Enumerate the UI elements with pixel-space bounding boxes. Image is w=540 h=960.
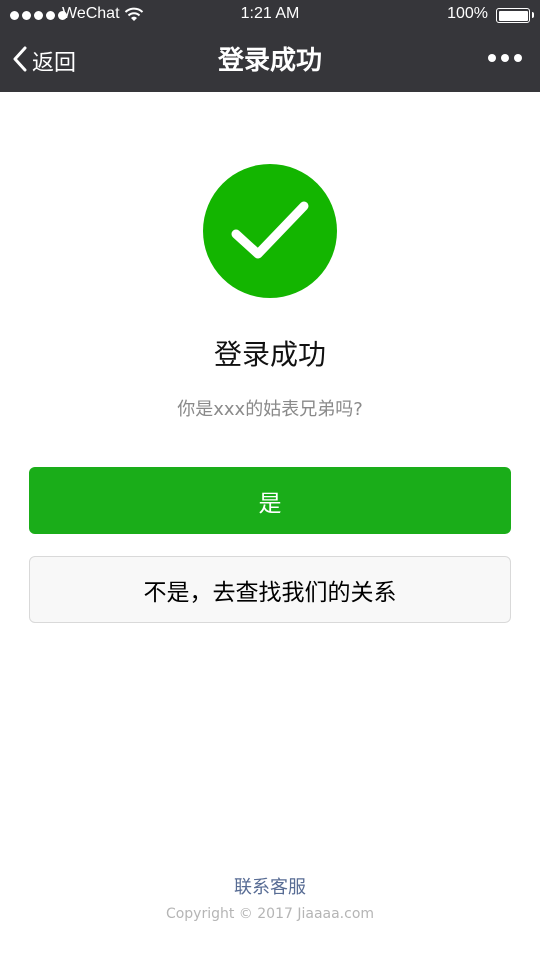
status-bar: WeChat 1:21 AM 100% xyxy=(0,0,540,30)
contact-support-link[interactable]: 联系客服 xyxy=(0,873,540,899)
battery-icon xyxy=(496,8,534,23)
result-title: 登录成功 xyxy=(213,338,326,371)
confirm-yes-button[interactable]: 是 xyxy=(29,467,511,534)
chevron-left-icon xyxy=(12,46,28,76)
page-title: 登录成功 xyxy=(217,46,322,76)
more-dots-icon xyxy=(488,54,496,62)
back-label: 返回 xyxy=(32,51,77,76)
top-bar: WeChat 1:21 AM 100% 返回 登录成功 xyxy=(0,0,540,92)
more-menu-button[interactable] xyxy=(488,54,522,62)
success-check-icon xyxy=(203,164,337,298)
back-button[interactable]: 返回 xyxy=(12,44,76,78)
result-description: 你是xxx的姑表兄弟吗? xyxy=(177,399,363,420)
copyright-text: Copyright © 2017 Jiaaaa.com xyxy=(165,906,375,922)
find-relation-button[interactable]: 不是，去查找我们的关系 xyxy=(29,556,511,623)
navigation-bar: 返回 登录成功 xyxy=(0,30,540,92)
battery-percentage: 100% xyxy=(447,5,488,22)
